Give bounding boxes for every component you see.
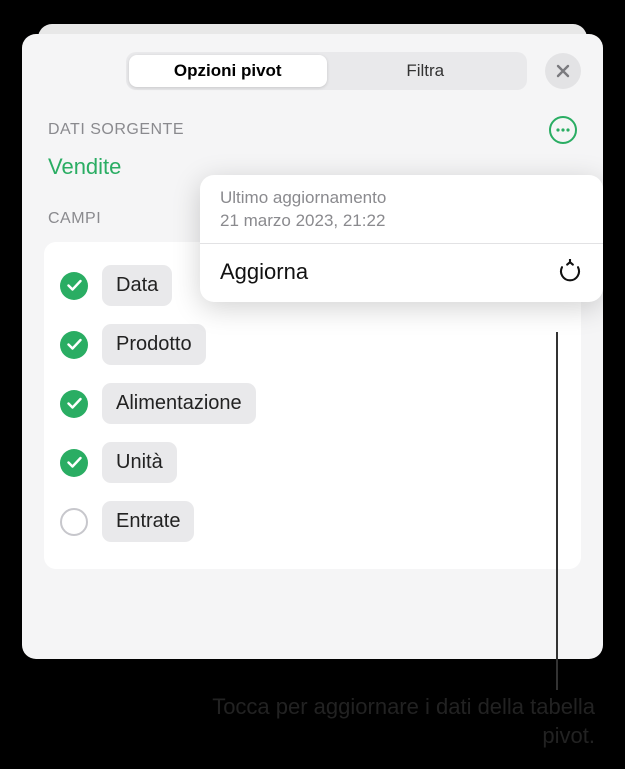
field-chip[interactable]: Data — [102, 265, 172, 306]
refresh-popover: Ultimo aggiornamento 21 marzo 2023, 21:2… — [200, 175, 603, 302]
checkmark-icon — [67, 338, 82, 351]
refresh-icon — [557, 259, 583, 285]
callout-text: Tocca per aggiornare i dati della tabell… — [183, 693, 595, 750]
last-update-value: 21 marzo 2023, 21:22 — [220, 210, 583, 233]
tab-filter[interactable]: Filtra — [327, 55, 525, 87]
field-chip[interactable]: Prodotto — [102, 324, 206, 365]
close-icon — [555, 63, 571, 79]
source-section-header: DATI SORGENTE — [48, 116, 581, 144]
field-checkbox[interactable] — [60, 449, 88, 477]
field-row: Alimentazione — [60, 374, 565, 433]
checkmark-icon — [67, 279, 82, 292]
sheet-header: Opzioni pivot Filtra — [44, 52, 581, 90]
refresh-label: Aggiorna — [220, 259, 308, 285]
field-row: Entrate — [60, 492, 565, 551]
segmented-control: Opzioni pivot Filtra — [126, 52, 527, 90]
field-checkbox[interactable] — [60, 508, 88, 536]
checkmark-icon — [67, 397, 82, 410]
ellipsis-icon — [556, 128, 570, 132]
tab-pivot-options[interactable]: Opzioni pivot — [129, 55, 327, 87]
field-row: Prodotto — [60, 315, 565, 374]
options-sheet: Opzioni pivot Filtra DATI SORGENTE Vendi… — [22, 34, 603, 659]
field-checkbox[interactable] — [60, 390, 88, 418]
last-update-info: Ultimo aggiornamento 21 marzo 2023, 21:2… — [200, 175, 603, 244]
field-chip[interactable]: Unità — [102, 442, 177, 483]
field-checkbox[interactable] — [60, 272, 88, 300]
field-checkbox[interactable] — [60, 331, 88, 359]
close-button[interactable] — [545, 53, 581, 89]
source-data-label: DATI SORGENTE — [48, 121, 184, 139]
callout-leader-line — [556, 332, 558, 690]
more-options-button[interactable] — [549, 116, 577, 144]
field-chip[interactable]: Alimentazione — [102, 383, 256, 424]
refresh-button[interactable]: Aggiorna — [200, 244, 603, 302]
last-update-label: Ultimo aggiornamento — [220, 187, 583, 210]
field-chip[interactable]: Entrate — [102, 501, 194, 542]
field-row: Unità — [60, 433, 565, 492]
checkmark-icon — [67, 456, 82, 469]
